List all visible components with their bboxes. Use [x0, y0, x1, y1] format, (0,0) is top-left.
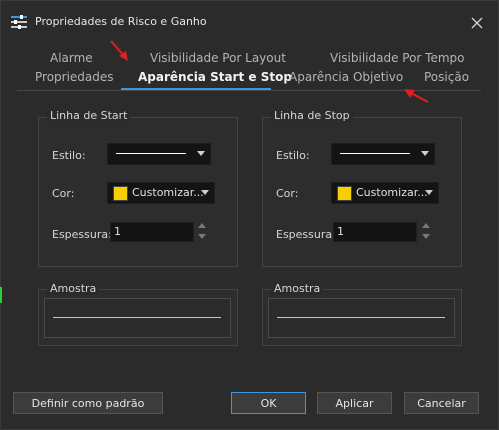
start-sample-title: Amostra	[47, 282, 100, 295]
apply-button[interactable]: Aplicar	[317, 392, 392, 414]
tab-aparencia-start-stop[interactable]: Aparência Start e Stop	[138, 70, 292, 84]
color-swatch	[113, 186, 128, 201]
spin-down-icon[interactable]	[198, 234, 206, 239]
line-style-preview	[116, 153, 186, 154]
tab-posicao[interactable]: Posição	[424, 70, 469, 84]
cancel-button[interactable]: Cancelar	[404, 392, 479, 414]
spin-up-icon[interactable]	[422, 223, 430, 228]
tab-aparencia-objetivo[interactable]: Aparência Objetivo	[289, 70, 403, 84]
tab-visibilidade-tempo[interactable]: Visibilidade Por Tempo	[330, 51, 465, 65]
sliders-icon	[11, 15, 27, 29]
start-thickness-input[interactable]: 1	[110, 222, 194, 242]
tab-propriedades[interactable]: Propriedades	[35, 70, 114, 84]
stop-thickness-label: Espessura:	[276, 228, 336, 241]
stop-style-label: Estilo:	[276, 149, 310, 162]
stop-thickness-value: 1	[337, 225, 344, 238]
stop-style-select[interactable]	[331, 143, 435, 165]
spin-up-icon[interactable]	[198, 223, 206, 228]
background-chart-marker	[0, 287, 2, 303]
stop-thickness-spinner[interactable]	[420, 221, 432, 243]
tab-visibilidade-layout[interactable]: Visibilidade Por Layout	[150, 51, 286, 65]
start-color-label: Cor:	[52, 187, 75, 200]
start-sample-preview	[44, 298, 231, 338]
chevron-down-icon	[197, 151, 205, 156]
annotation-arrow-icon	[110, 40, 128, 61]
chevron-down-icon	[425, 190, 433, 195]
set-default-button[interactable]: Definir como padrão	[13, 392, 163, 414]
properties-dialog: Propriedades de Risco e Ganho Alarme Vis…	[0, 0, 499, 430]
chevron-down-icon	[201, 190, 209, 195]
start-color-select[interactable]: Customizar...	[107, 182, 215, 204]
start-thickness-spinner[interactable]	[196, 221, 208, 243]
start-style-select[interactable]	[107, 143, 211, 165]
start-thickness-value: 1	[114, 225, 121, 238]
stop-sample-line	[277, 317, 445, 318]
stop-color-select[interactable]: Customizar...	[331, 182, 439, 204]
stop-group-title: Linha de Stop	[271, 109, 353, 122]
start-style-label: Estilo:	[52, 149, 86, 162]
color-swatch	[337, 186, 352, 201]
start-thickness-label: Espessura:	[52, 228, 112, 241]
annotation-arrow-icon	[404, 89, 429, 103]
stop-thickness-input[interactable]: 1	[333, 222, 417, 242]
chevron-down-icon	[421, 151, 429, 156]
ok-button[interactable]: OK	[231, 392, 306, 414]
start-group-title: Linha de Start	[47, 109, 131, 122]
stop-sample-title: Amostra	[271, 282, 324, 295]
stop-color-value: Customizar...	[356, 186, 428, 199]
stop-color-label: Cor:	[276, 187, 299, 200]
line-style-preview	[340, 153, 410, 154]
dialog-title: Propriedades de Risco e Ganho	[35, 15, 207, 28]
spin-down-icon[interactable]	[422, 234, 430, 239]
start-color-value: Customizar...	[132, 186, 204, 199]
close-icon	[471, 17, 483, 29]
title-bar: Propriedades de Risco e Ganho	[1, 1, 498, 43]
start-sample-line	[53, 317, 221, 318]
tab-alarme[interactable]: Alarme	[50, 51, 93, 65]
stop-sample-preview	[268, 298, 455, 338]
close-button[interactable]	[464, 10, 490, 36]
